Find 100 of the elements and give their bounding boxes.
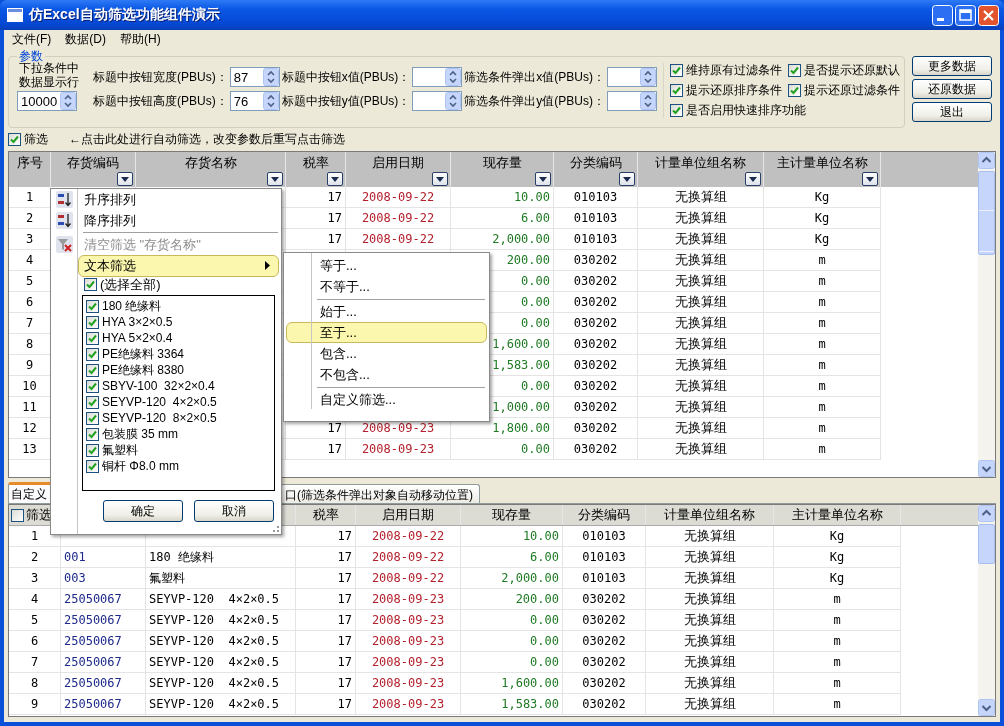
spin-button[interactable] xyxy=(60,92,76,110)
table-cell: 6.00 xyxy=(451,208,554,229)
table-cell: SEYVP-120 4×2×0.5 xyxy=(146,694,296,715)
number-field[interactable] xyxy=(412,67,463,87)
checkbox-label[interactable]: PE绝缘料 8380 xyxy=(102,361,185,379)
table-cell: SEYVP-120 4×2×0.5 xyxy=(146,652,296,673)
table-cell: 无换算组 xyxy=(638,250,764,271)
menu-item[interactable]: 升序排列 xyxy=(78,189,279,210)
spin-button[interactable] xyxy=(445,68,462,86)
checkbox[interactable] xyxy=(788,84,801,97)
command-button[interactable]: 退出 xyxy=(912,102,992,122)
tab[interactable]: 口(筛选条件弹出对象自动移动位置) xyxy=(280,484,480,503)
menu-item[interactable]: 文本筛选 xyxy=(78,254,279,277)
checkbox-label[interactable]: SEYVP-120 8×2×0.5 xyxy=(102,411,217,425)
scroll-up-button[interactable] xyxy=(978,152,995,169)
table-cell: Kg xyxy=(774,547,901,568)
resize-grip-icon[interactable] xyxy=(272,525,279,532)
menu-item[interactable]: 降序排列 xyxy=(78,210,279,231)
spin-button[interactable] xyxy=(262,68,279,86)
checkbox[interactable] xyxy=(11,508,24,522)
checkbox-label[interactable]: (选择全部) xyxy=(100,275,161,294)
filter-dropdown-button[interactable] xyxy=(432,172,448,186)
checkbox-label[interactable]: 是否启用快速排序功能 xyxy=(686,103,806,118)
filter-dropdown-button[interactable] xyxy=(267,172,283,186)
filter-dropdown-button[interactable] xyxy=(745,172,761,186)
caret-icon xyxy=(121,176,129,182)
scroll-up-button[interactable] xyxy=(978,505,995,522)
spin-button[interactable] xyxy=(262,92,279,110)
checkbox[interactable] xyxy=(86,331,99,345)
command-button[interactable]: 取消 xyxy=(194,500,274,522)
checkbox[interactable] xyxy=(86,347,99,361)
checkbox[interactable] xyxy=(670,64,683,77)
table-cell: m xyxy=(764,397,881,418)
filter-dropdown-button[interactable] xyxy=(619,172,635,186)
filter-dropdown-button[interactable] xyxy=(535,172,551,186)
spin-button[interactable] xyxy=(445,92,462,110)
checkbox-label[interactable]: 筛选 xyxy=(24,130,48,148)
checkbox-label[interactable]: PE绝缘料 3364 xyxy=(102,345,185,363)
table-cell: 6.00 xyxy=(461,547,563,568)
number-field[interactable] xyxy=(607,91,657,111)
command-button[interactable]: 还原数据 xyxy=(912,79,992,99)
checkbox[interactable] xyxy=(86,395,99,409)
checkbox-label[interactable]: 维持原有过滤条件 xyxy=(686,63,782,78)
checkbox-label[interactable]: 提示还原排序条件 xyxy=(686,83,782,98)
checkbox[interactable] xyxy=(670,104,683,117)
checkbox-label[interactable]: 180 绝缘料 xyxy=(102,297,162,315)
checkbox-label[interactable]: 铜杆 Φ8.0 mm xyxy=(102,457,179,475)
checkbox[interactable] xyxy=(86,459,99,473)
scroll-thumb[interactable] xyxy=(978,171,995,255)
command-button[interactable]: 确定 xyxy=(103,500,183,522)
checkbox-label[interactable]: 是否提示还原默认 xyxy=(804,63,900,78)
close-button[interactable] xyxy=(978,4,999,26)
scroll-thumb[interactable] xyxy=(978,524,995,564)
checkbox[interactable] xyxy=(86,379,99,393)
column-header: 主计量单位名称 xyxy=(775,154,869,172)
number-field[interactable] xyxy=(607,67,657,87)
table-cell: 2008-09-22 xyxy=(346,187,451,208)
table-cell: 010103 xyxy=(554,229,638,250)
menu-item[interactable]: 至于... xyxy=(286,322,487,343)
menu-item[interactable]: 数据(D) xyxy=(59,30,114,48)
checkbox-label[interactable]: 氟塑料 xyxy=(102,441,138,459)
checkbox[interactable] xyxy=(86,427,99,441)
checkbox[interactable] xyxy=(670,84,683,97)
table-cell: 030202 xyxy=(563,673,646,694)
column-header: 启用日期 xyxy=(371,154,425,172)
table-cell: 2008-09-22 xyxy=(356,568,461,589)
number-field[interactable] xyxy=(412,91,463,111)
checkbox-label[interactable]: HYA 5×2×0.4 xyxy=(102,331,173,345)
number-field[interactable]: 76 xyxy=(229,91,280,111)
checkbox[interactable] xyxy=(8,132,21,146)
checkbox-label[interactable]: SBYV-100 32×2×0.4 xyxy=(102,379,215,393)
checkbox[interactable] xyxy=(86,315,99,329)
filter-dropdown-button[interactable] xyxy=(327,172,343,186)
checkbox-label[interactable]: HYA 3×2×0.5 xyxy=(102,315,173,329)
command-button[interactable]: 更多数据 xyxy=(912,56,992,76)
spin-button[interactable] xyxy=(640,92,656,110)
checkbox[interactable] xyxy=(86,299,99,313)
checkbox-label[interactable]: SEYVP-120 4×2×0.5 xyxy=(102,395,217,409)
checkbox[interactable] xyxy=(86,363,99,377)
filter-dropdown-button[interactable] xyxy=(117,172,133,186)
field-label: 筛选条件弹出y值(PBUs)： xyxy=(464,92,605,110)
checkbox-label[interactable]: 包装膜 35 mm xyxy=(102,425,178,443)
scroll-down-button[interactable] xyxy=(978,699,995,716)
field-label: 标题中按钮x值(PBUs)： xyxy=(281,68,411,86)
menu-item[interactable]: 文件(F) xyxy=(6,30,60,48)
checkbox-label[interactable]: 提示还原过滤条件 xyxy=(804,83,900,98)
checkbox[interactable] xyxy=(788,64,801,77)
table-cell: 2008-09-22 xyxy=(346,208,451,229)
table-cell: 无换算组 xyxy=(646,631,774,652)
checkbox[interactable] xyxy=(84,278,97,291)
filter-dropdown-button[interactable] xyxy=(862,172,878,186)
spin-button[interactable] xyxy=(640,68,656,86)
scroll-down-button[interactable] xyxy=(978,460,995,477)
number-field[interactable]: 87 xyxy=(229,67,280,87)
number-field[interactable]: 10000 xyxy=(17,91,77,111)
checkbox[interactable] xyxy=(86,411,99,425)
maximize-button[interactable] xyxy=(955,4,976,26)
menu-item[interactable]: 帮助(H) xyxy=(114,30,169,48)
minimize-button[interactable] xyxy=(932,4,953,26)
checkbox[interactable] xyxy=(86,443,99,457)
